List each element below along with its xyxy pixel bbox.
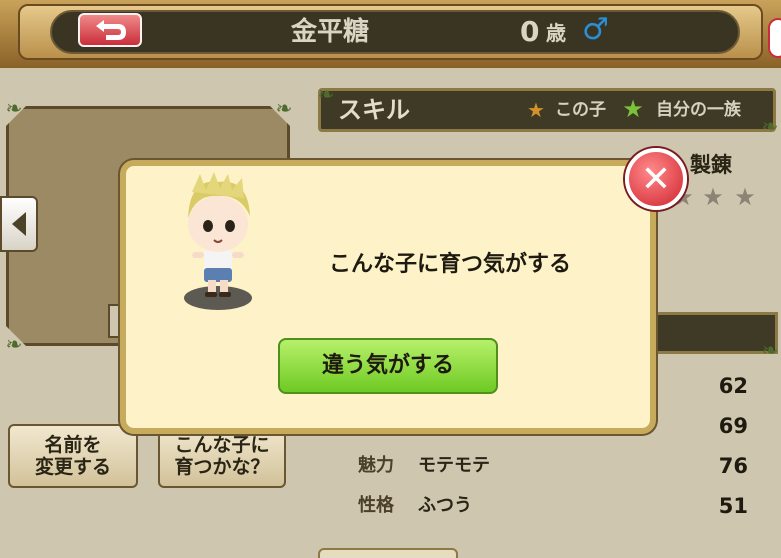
stat-value: モテモテ xyxy=(418,455,490,476)
stat-value: ふつう xyxy=(418,495,472,516)
star-icon: ★ xyxy=(702,183,724,211)
stat-label: 性格 xyxy=(358,495,394,516)
leaf-ornament-icon: ❧ xyxy=(761,114,779,138)
skill-title: スキル xyxy=(338,96,410,124)
leaf-ornament-icon: ❧ xyxy=(761,338,779,362)
age-value: 0 xyxy=(520,15,540,48)
stat-number: 69 xyxy=(718,414,748,438)
stat-number: 62 xyxy=(718,374,748,398)
legend-family: 自分の一族 xyxy=(656,100,741,120)
rename-button[interactable]: 名前を 変更する xyxy=(8,424,138,488)
previous-arrow-button[interactable] xyxy=(0,196,38,252)
dialog-message: こんな子に育つ気がする xyxy=(328,252,571,277)
leaf-ornament-icon: ❧ xyxy=(5,332,23,356)
character-name: 金平糖 xyxy=(290,17,369,47)
child-character-image xyxy=(184,172,252,310)
star-icon: ★ xyxy=(734,183,756,211)
stat-number: 76 xyxy=(718,454,748,478)
back-button[interactable] xyxy=(78,13,142,47)
leaf-ornament-icon: ❧ xyxy=(5,96,23,120)
orange-star-icon: ★ xyxy=(527,98,545,122)
male-gender-icon: ♂ xyxy=(582,12,609,47)
close-icon[interactable]: ✕ xyxy=(625,148,687,210)
leaf-ornament-icon: ❧ xyxy=(317,82,335,106)
header-inner xyxy=(50,10,740,54)
green-star-icon: ★ xyxy=(622,95,644,123)
left-arrow-icon xyxy=(12,212,26,236)
back-arrow-icon xyxy=(96,20,126,40)
age-unit: 歳 xyxy=(546,21,566,45)
side-menu-tab[interactable] xyxy=(768,18,781,58)
bottom-tab[interactable] xyxy=(318,548,458,558)
confirm-button[interactable]: 違う気がする xyxy=(278,338,498,394)
skill-name: 製錬 xyxy=(690,153,732,177)
legend-this-child: この子 xyxy=(555,100,606,120)
stat-label: 魅力 xyxy=(358,455,394,476)
leaf-ornament-icon: ❧ xyxy=(275,96,293,120)
stat-number: 51 xyxy=(718,494,748,518)
